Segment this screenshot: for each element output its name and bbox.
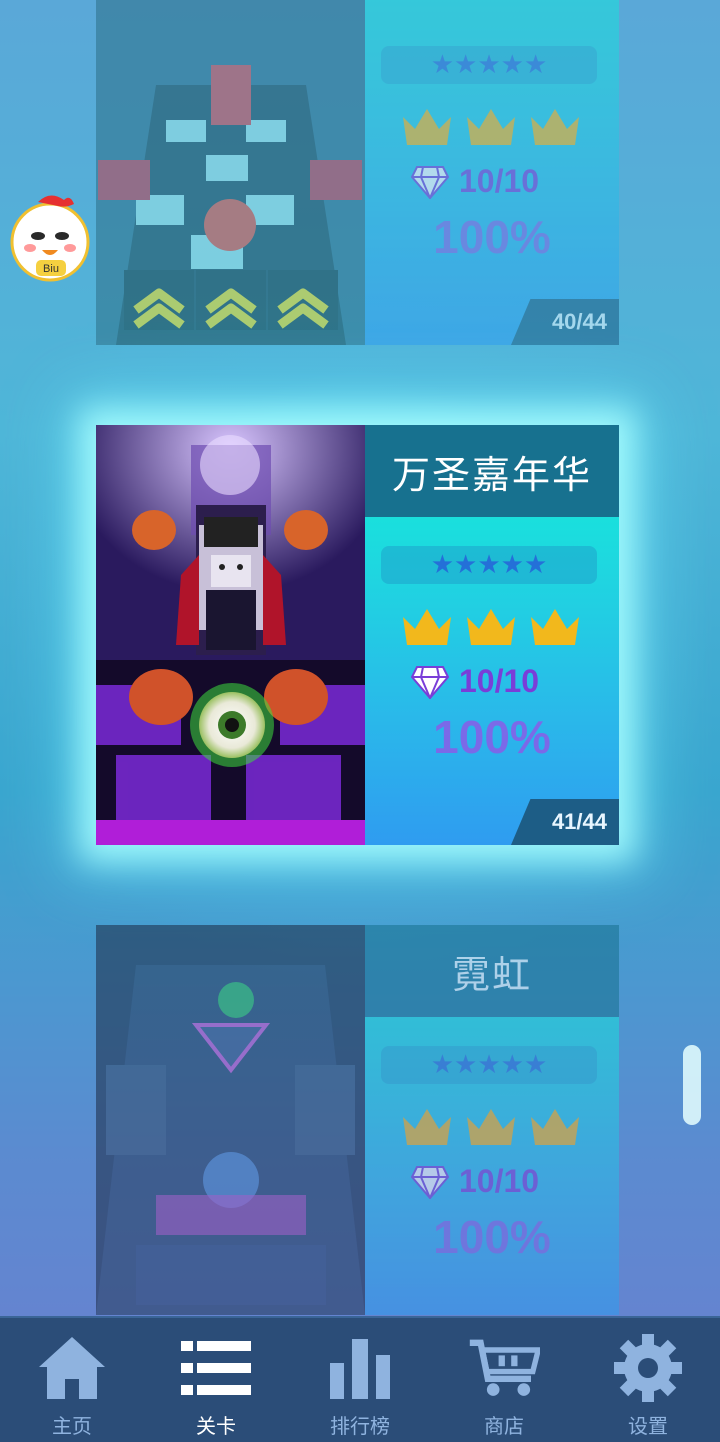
nav-label-settings: 设置 [628, 1414, 668, 1438]
cart-icon [468, 1332, 540, 1404]
level-thumbnail-2 [96, 425, 365, 845]
star-rating: ★★★★★ [381, 46, 597, 84]
gem-count: 10/10 [459, 663, 540, 699]
gem-counter: 10/10 [411, 1163, 539, 1200]
nav-label-leaderboard: 排行榜 [330, 1414, 390, 1438]
crown-row [401, 605, 581, 649]
crown-icon [467, 609, 515, 645]
gear-icon [612, 1332, 684, 1404]
level-card-2[interactable]: 万圣嘉年华 ★★★★★ 10/10 100% 41/44 [96, 425, 619, 845]
completion-percent: 100% [433, 1211, 551, 1263]
stars-icon: ★★★★★ [430, 1050, 548, 1080]
gem-counter: 10/10 [411, 663, 539, 700]
completion-percent: 100% [433, 211, 551, 263]
level-thumbnail-3 [96, 925, 365, 1315]
level-number-badge: 41/44 [511, 799, 619, 845]
crown-icon [467, 1109, 515, 1145]
level-number-badge: 40/44 [511, 299, 619, 345]
nav-label-shop: 商店 [484, 1414, 524, 1438]
diamond-icon [411, 665, 449, 699]
stars-icon: ★★★★★ [430, 50, 548, 80]
diamond-icon [411, 165, 449, 199]
star-rating: ★★★★★ [381, 1046, 597, 1084]
mascot-chick-icon[interactable]: Biu [8, 190, 92, 284]
crown-row [401, 105, 581, 149]
level-info-panel-2: 万圣嘉年华 ★★★★★ 10/10 100% 41/44 [365, 425, 619, 845]
gem-count: 10/10 [459, 1163, 540, 1199]
diamond-icon [411, 1165, 449, 1199]
crown-icon [531, 109, 579, 145]
nav-label-home: 主页 [52, 1414, 92, 1438]
level-info-panel-3: 霓虹 ★★★★★ 10/10 100% [365, 925, 619, 1315]
level-card-1[interactable]: ★★★★★ 10/10 100% 40/44 [96, 0, 619, 345]
nav-label-levels: 关卡 [196, 1414, 236, 1438]
stars-icon: ★★★★★ [430, 550, 548, 580]
completion-percent: 100% [433, 711, 551, 763]
list-icon [180, 1332, 252, 1404]
bottom-nav: 主页 关卡 排行榜 商店 设置 [0, 1316, 720, 1442]
star-rating: ★★★★★ [381, 546, 597, 584]
level-thumbnail-1 [96, 0, 365, 345]
bar-chart-icon [324, 1332, 396, 1404]
crown-icon [403, 1109, 451, 1145]
crown-icon [531, 1109, 579, 1145]
nav-item-leaderboard[interactable]: 排行榜 [288, 1318, 432, 1442]
crown-row [401, 1105, 581, 1149]
level-title: 万圣嘉年华 [365, 425, 619, 517]
scrollbar-thumb[interactable] [683, 1045, 701, 1125]
level-info-panel-1: ★★★★★ 10/10 100% 40/44 [365, 0, 619, 345]
gem-counter: 10/10 [411, 163, 539, 200]
level-title: 霓虹 [365, 925, 619, 1017]
home-icon [36, 1332, 108, 1404]
nav-item-settings[interactable]: 设置 [576, 1318, 720, 1442]
nav-item-shop[interactable]: 商店 [432, 1318, 576, 1442]
nav-item-home[interactable]: 主页 [0, 1318, 144, 1442]
level-card-3[interactable]: 霓虹 ★★★★★ 10/10 100% [96, 925, 619, 1315]
crown-icon [403, 109, 451, 145]
crown-icon [467, 109, 515, 145]
crown-icon [531, 609, 579, 645]
crown-icon [403, 609, 451, 645]
mascot-badge-text: Biu [43, 263, 59, 275]
nav-item-levels[interactable]: 关卡 [144, 1318, 288, 1442]
gem-count: 10/10 [459, 163, 540, 199]
